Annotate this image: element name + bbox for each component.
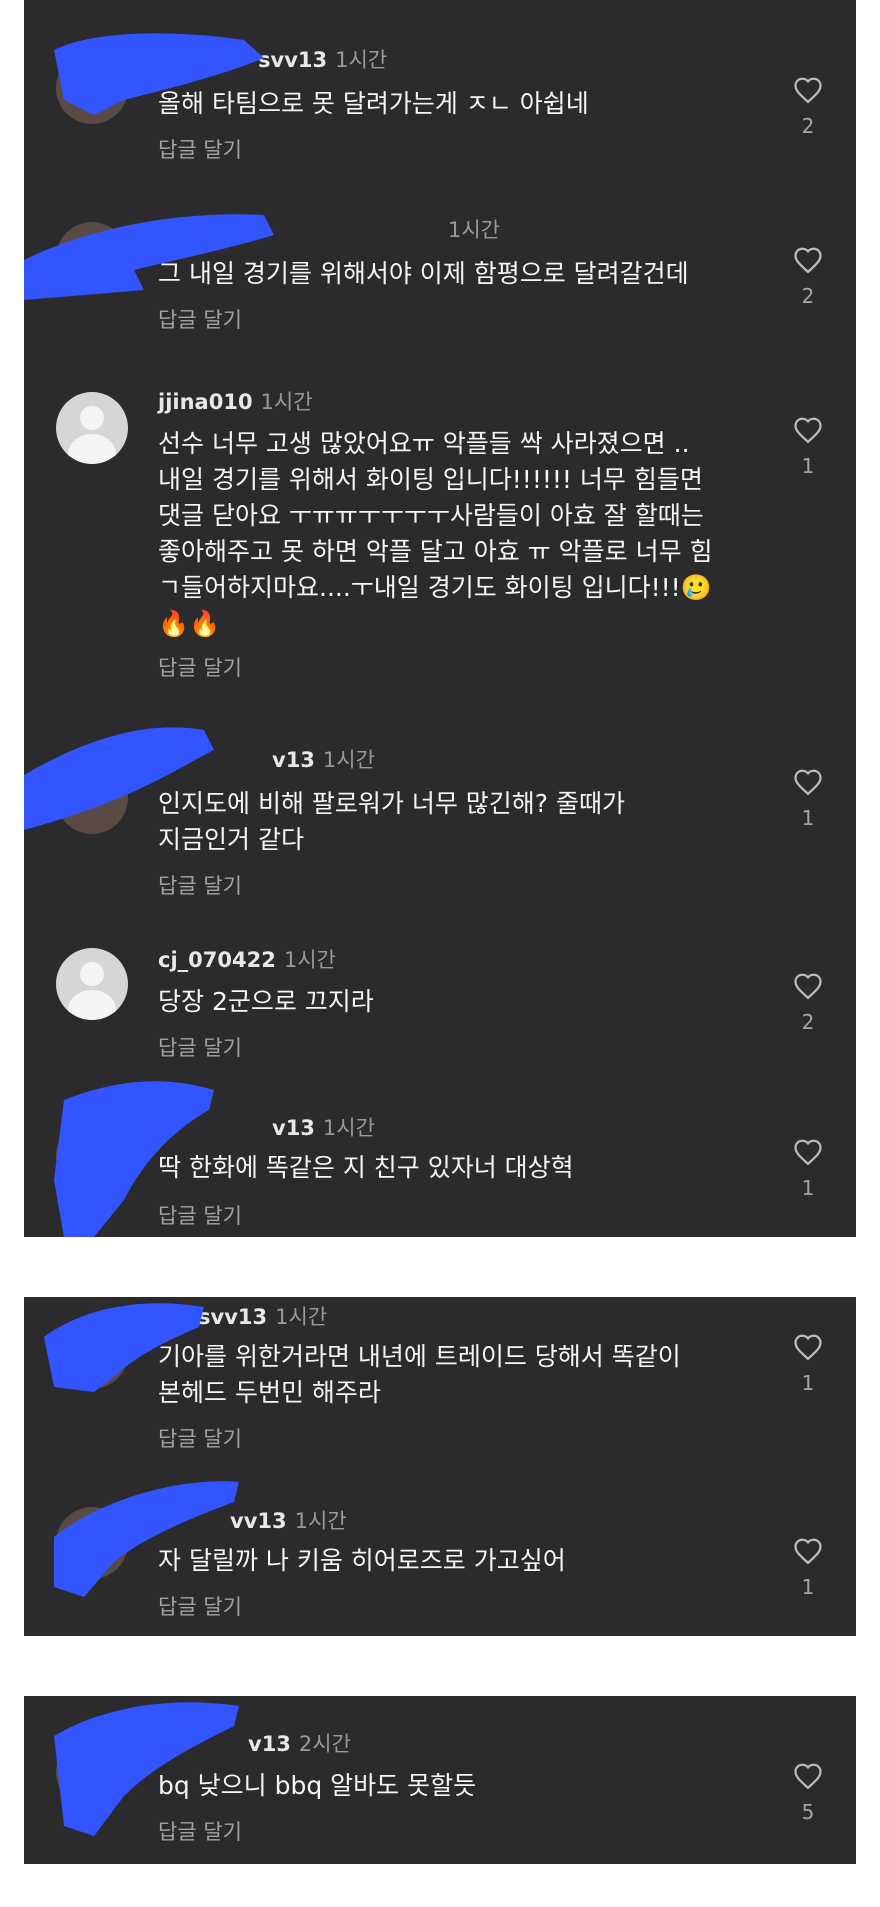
redaction-mark: [44, 1303, 239, 1597]
redaction-mark: [54, 1702, 239, 1836]
comment-panel-2: svv13 1시간 기아를 위한거라면 내년에 트레이드 당해서 똑같이 본헤드 …: [24, 1297, 856, 1636]
comment-panel-1: svv13 1시간 올해 타팀으로 못 달려가는게 ㅈㄴ 아쉽네 답글 달기 2 …: [24, 0, 856, 1237]
redaction-mark: [24, 33, 274, 1237]
comment-panel-3: v13 2시간 bq 낮으니 bbq 알바도 못할듯 답글 달기 5: [24, 1696, 856, 1864]
